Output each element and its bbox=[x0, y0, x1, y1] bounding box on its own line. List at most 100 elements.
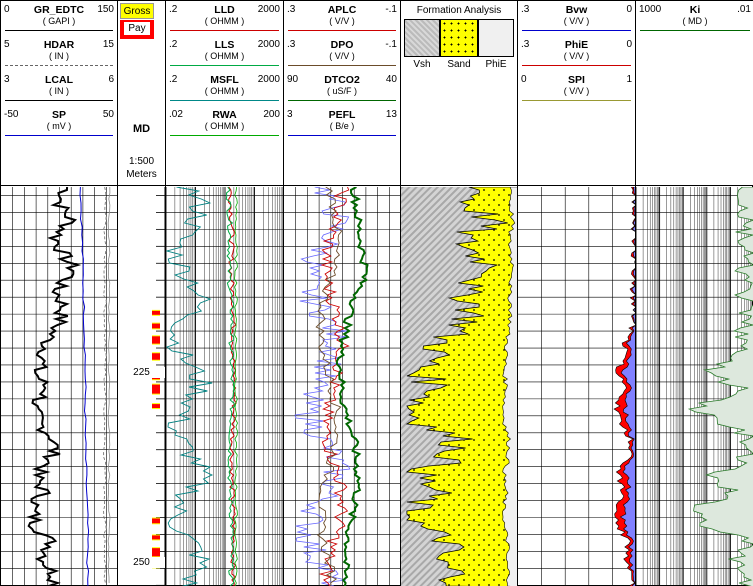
curve-header-pefl: 3 PEFL 13 ( B/e ) bbox=[284, 106, 400, 139]
perm-track: 1000 Ki .01 ( MD ) bbox=[636, 1, 753, 586]
rwa-curve bbox=[234, 187, 238, 586]
spi-unit: ( V/V ) bbox=[563, 86, 590, 96]
pefl-name: PEFL bbox=[328, 109, 356, 121]
depth-track-header: Gross Pay MD 1:500 Meters bbox=[118, 1, 165, 186]
phie-name: PhiE bbox=[564, 39, 589, 51]
msfl-curve bbox=[166, 187, 214, 586]
perm-plot bbox=[636, 187, 753, 586]
vsh-swatch bbox=[404, 19, 440, 57]
resistivity-plot bbox=[166, 187, 283, 586]
pay-legend: Pay bbox=[120, 20, 154, 39]
sp-name: SP bbox=[51, 109, 66, 121]
rwa-line bbox=[170, 135, 279, 136]
phie-label: PhiE bbox=[485, 59, 507, 70]
dtco2-unit: ( uS/F ) bbox=[326, 86, 357, 96]
vsh-label: Vsh bbox=[413, 59, 431, 70]
curve-header-hdar: 5 HDAR 15 ( IN ) bbox=[1, 36, 117, 69]
aplc-name: APLC bbox=[327, 4, 357, 16]
hdar-name: HDAR bbox=[43, 39, 75, 51]
curve-header-dtco2: 90 DTCO2 40 ( uS/F ) bbox=[284, 71, 400, 104]
formation-plot-svg bbox=[401, 187, 517, 586]
curve-header-ki: 1000 Ki .01 ( MD ) bbox=[636, 1, 753, 34]
rwa-unit: ( OHMM ) bbox=[204, 121, 245, 131]
spi-line bbox=[522, 100, 631, 101]
perm-track-header: 1000 Ki .01 ( MD ) bbox=[636, 1, 753, 186]
dpo-name: DPO bbox=[330, 39, 354, 51]
curve-header-msfl: .2 MSFL 2000 ( OHMM ) bbox=[166, 71, 283, 104]
formation-title: Formation Analysis bbox=[416, 5, 502, 16]
lld-unit: ( OHMM ) bbox=[204, 16, 245, 26]
scale-label: 1:500 bbox=[128, 156, 155, 167]
resistivity-track: .2 LLD 2000 ( OHMM ) .2 LLS 2000 ( OHMM … bbox=[166, 1, 284, 586]
pefl-unit: ( B/e ) bbox=[329, 121, 355, 131]
pay-flag bbox=[152, 404, 160, 409]
curve-header-spi: 0 SPI 1 ( V/V ) bbox=[518, 71, 635, 104]
lls-unit: ( OHMM ) bbox=[204, 51, 245, 61]
perm-plot-svg bbox=[636, 187, 753, 586]
phie-line bbox=[522, 65, 631, 66]
lls-line bbox=[170, 65, 279, 66]
porosity-track: .3 APLC -.1 ( V/V ) .3 DPO -.1 ( V/V ) 9… bbox=[284, 1, 401, 586]
sp-unit: ( mV ) bbox=[46, 121, 72, 131]
aplc-curve bbox=[318, 187, 350, 586]
pay-flag bbox=[152, 518, 160, 524]
porosity-plot bbox=[284, 187, 400, 586]
dtco2-name: DTCO2 bbox=[324, 74, 360, 86]
phie-unit: ( V/V ) bbox=[563, 51, 590, 61]
pay-flag bbox=[152, 336, 160, 344]
spi-name: SPI bbox=[568, 74, 585, 86]
curve-header-sp: -50 SP 50 ( mV ) bbox=[1, 106, 117, 139]
sp-curve bbox=[79, 187, 90, 586]
bvw-name: Bvw bbox=[565, 4, 588, 16]
lcal-unit: ( IN ) bbox=[49, 86, 69, 96]
lld-max: 2000 bbox=[257, 4, 280, 15]
curve-header-gr: 0 GR_EDTC 150 ( GAPI ) bbox=[1, 1, 117, 34]
bvw-max: 0 bbox=[626, 4, 632, 15]
gr-unit: ( GAPI ) bbox=[42, 16, 76, 26]
depth-tick-label: 225 bbox=[118, 367, 165, 378]
pay-label: Pay bbox=[124, 22, 150, 35]
dtco2-line bbox=[288, 100, 396, 101]
spi-max: 1 bbox=[626, 74, 632, 85]
depth-plot: 225 250 bbox=[118, 187, 165, 586]
porosity-plot-svg bbox=[284, 187, 400, 586]
pay-flag bbox=[152, 353, 160, 360]
gr-max: 150 bbox=[97, 4, 114, 15]
well-log-chart: 0 GR_EDTC 150 ( GAPI ) 5 HDAR 15 ( IN ) … bbox=[0, 0, 753, 586]
hdar-max: 15 bbox=[102, 39, 114, 50]
gr-line bbox=[5, 30, 113, 31]
pay-flag bbox=[152, 548, 160, 557]
curve-header-phie: .3 PhiE 0 ( V/V ) bbox=[518, 36, 635, 69]
phie-max: 0 bbox=[626, 39, 632, 50]
ki-line bbox=[640, 30, 750, 31]
dpo-line bbox=[288, 65, 396, 66]
curve-header-dpo: .3 DPO -.1 ( V/V ) bbox=[284, 36, 400, 69]
porosity-track-header: .3 APLC -.1 ( V/V ) .3 DPO -.1 ( V/V ) 9… bbox=[284, 1, 400, 186]
lcal-name: LCAL bbox=[45, 74, 73, 86]
dtco2-curve bbox=[335, 187, 369, 586]
sp-line bbox=[5, 135, 113, 136]
curve-header-lcal: 3 LCAL 6 ( IN ) bbox=[1, 71, 117, 104]
resistivity-track-header: .2 LLD 2000 ( OHMM ) .2 LLS 2000 ( OHMM … bbox=[166, 1, 283, 186]
dpo-unit: ( V/V ) bbox=[329, 51, 355, 61]
depth-plot-svg bbox=[152, 187, 165, 586]
units-label: Meters bbox=[126, 169, 157, 180]
sand-label: Sand bbox=[447, 59, 471, 70]
gr-plot-svg bbox=[1, 187, 117, 586]
pay-flag bbox=[152, 323, 160, 329]
curve-header-rwa: .02 RWA 200 ( OHMM ) bbox=[166, 106, 283, 139]
aplc-max: -.1 bbox=[385, 4, 397, 15]
pefl-line bbox=[288, 135, 396, 136]
md-label: MD bbox=[132, 123, 151, 135]
lld-line bbox=[170, 30, 279, 31]
gross-label: Gross bbox=[120, 3, 154, 19]
gr-plot bbox=[1, 187, 117, 586]
saturation-track: .3 Bvw 0 ( V/V ) .3 PhiE 0 ( V/V ) 0 SPI… bbox=[518, 1, 636, 586]
aplc-unit: ( V/V ) bbox=[329, 16, 355, 26]
curve-header-bvw: .3 Bvw 0 ( V/V ) bbox=[518, 1, 635, 34]
formation-track-header: Formation Analysis Vsh Sand PhiE bbox=[401, 1, 517, 186]
resistivity-plot-svg bbox=[166, 187, 283, 586]
lcal-line bbox=[5, 100, 113, 101]
curve-header-lls: .2 LLS 2000 ( OHMM ) bbox=[166, 36, 283, 69]
hdar-unit: ( IN ) bbox=[49, 51, 69, 61]
